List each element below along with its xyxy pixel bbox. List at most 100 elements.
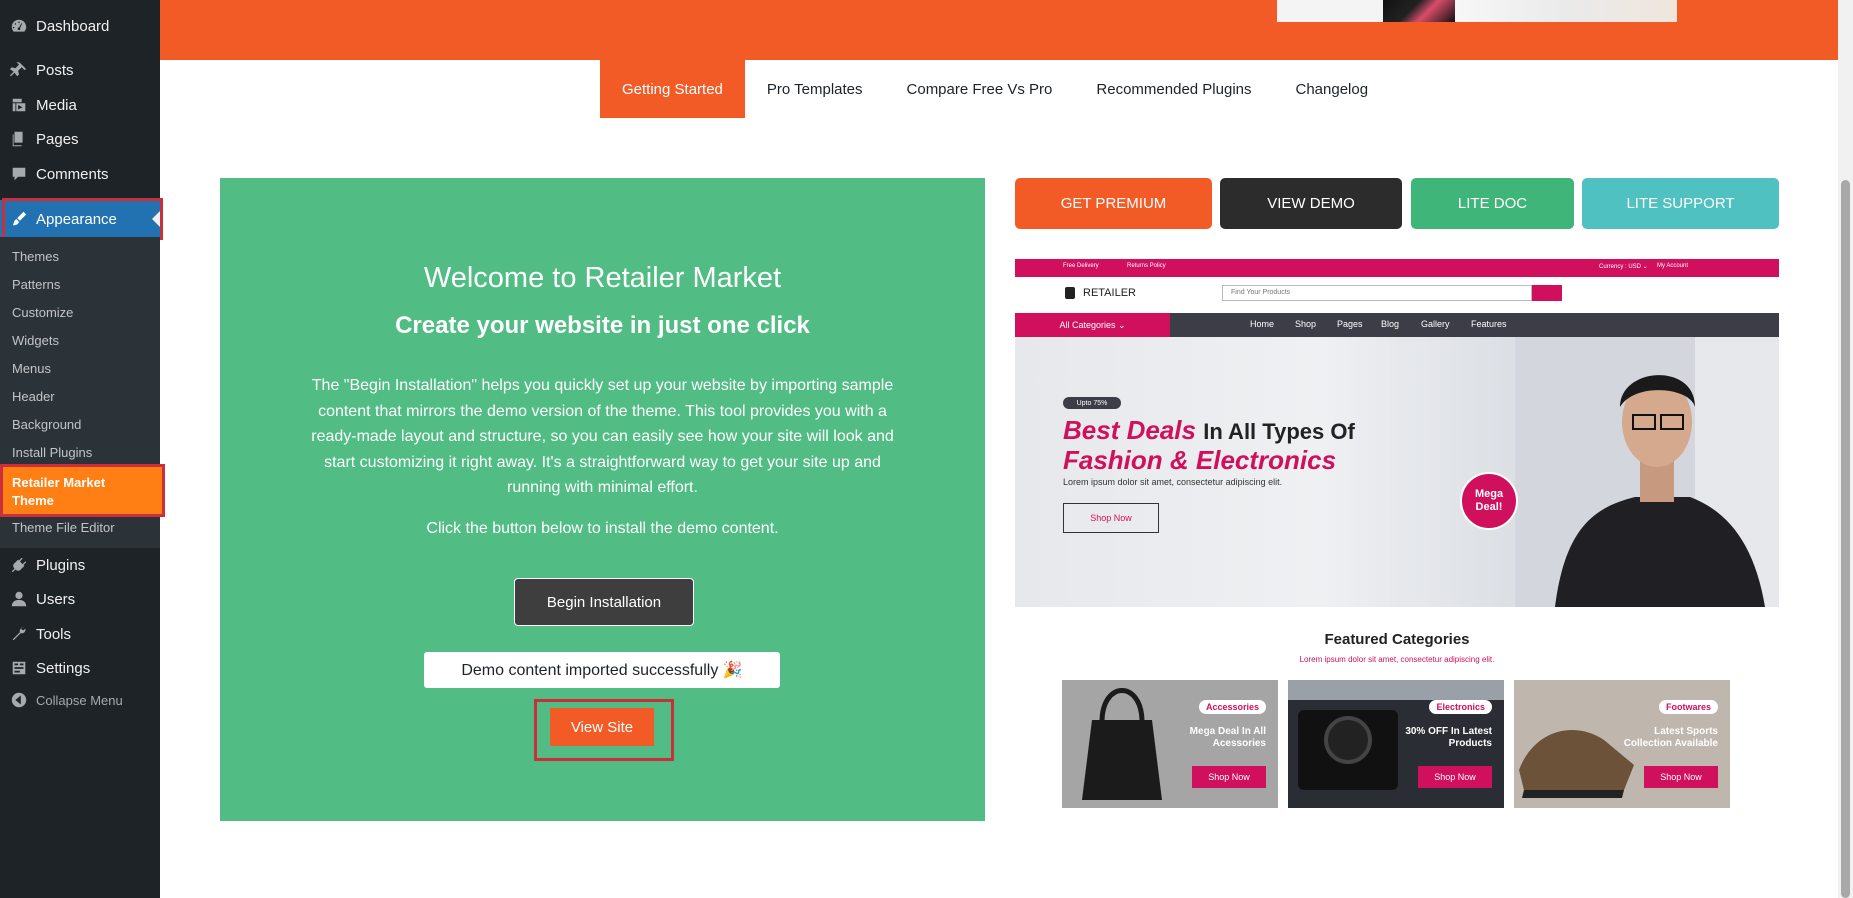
tab-pro-templates[interactable]: Pro Templates bbox=[745, 60, 885, 118]
admin-sidebar: Dashboard Posts Media Pages Comments App… bbox=[0, 0, 165, 898]
preview-card-accessories: Accessories Mega Deal In All Acessories … bbox=[1062, 680, 1278, 808]
preview-search: Find Your Products bbox=[1222, 285, 1532, 301]
submenu-themes[interactable]: Themes bbox=[12, 249, 59, 264]
get-premium-button[interactable]: GET PREMIUM bbox=[1015, 178, 1212, 229]
preview-all-categories: All Categories ⌄ bbox=[1015, 313, 1170, 337]
banner-thumbnail bbox=[1455, 0, 1677, 22]
preview-card-tag: Accessories bbox=[1198, 700, 1266, 714]
preview-bag-icon bbox=[1065, 287, 1075, 299]
tab-compare-free-vs-pro[interactable]: Compare Free Vs Pro bbox=[885, 60, 1075, 118]
tab-recommended-plugins[interactable]: Recommended Plugins bbox=[1074, 60, 1273, 118]
submenu-background[interactable]: Background bbox=[12, 417, 81, 432]
paintbrush-icon bbox=[9, 209, 29, 229]
submenu-header[interactable]: Header bbox=[12, 389, 55, 404]
preview-card-text: 30% OFF In Latest Products bbox=[1405, 726, 1492, 749]
preview-card-tag: Electronics bbox=[1429, 700, 1492, 714]
preview-featured-title: Featured Categories bbox=[1324, 631, 1470, 648]
settings-icon bbox=[9, 658, 29, 678]
menu-comments-label: Comments bbox=[36, 165, 109, 183]
menu-tools[interactable]: Tools bbox=[0, 617, 160, 651]
submenu-retailer-market-theme-label: Retailer Market Theme bbox=[12, 475, 106, 508]
wrench-icon bbox=[9, 624, 29, 644]
view-demo-button[interactable]: VIEW DEMO bbox=[1220, 178, 1402, 229]
pages-icon bbox=[9, 129, 29, 149]
preview-headline-2: Fashion & Electronics bbox=[1063, 445, 1337, 475]
menu-dashboard-label: Dashboard bbox=[36, 17, 110, 35]
preview-upto-badge: Upto 75% bbox=[1063, 397, 1121, 409]
welcome-subtitle: Create your website in just one click bbox=[395, 312, 810, 339]
preview-card-shop-now: Shop Now bbox=[1192, 766, 1266, 788]
submenu-retailer-market-theme[interactable]: Retailer Market Theme bbox=[0, 466, 164, 514]
menu-pages[interactable]: Pages bbox=[0, 122, 160, 156]
submenu-customize[interactable]: Customize bbox=[12, 305, 73, 320]
preview-card-shop-now: Shop Now bbox=[1644, 766, 1718, 788]
install-instruction: Click the button below to install the de… bbox=[426, 520, 779, 537]
preview-nav-link: Home bbox=[1250, 319, 1275, 329]
theme-preview-image: Free Delivery Returns Policy Currency : … bbox=[1015, 259, 1779, 809]
preview-free-delivery: Free Delivery bbox=[1063, 263, 1099, 269]
menu-media[interactable]: Media bbox=[0, 88, 160, 122]
preview-headline-part: Best Deals bbox=[1063, 415, 1196, 445]
pin-icon bbox=[9, 60, 29, 80]
menu-appearance[interactable]: Appearance bbox=[0, 200, 160, 238]
submenu-theme-file-editor[interactable]: Theme File Editor bbox=[12, 520, 115, 535]
page-scrollbar[interactable] bbox=[1838, 0, 1853, 898]
begin-installation-button[interactable]: Begin Installation bbox=[514, 578, 694, 626]
preview-mega-deal-badge: Mega Deal! bbox=[1460, 472, 1518, 530]
tab-changelog[interactable]: Changelog bbox=[1274, 60, 1391, 118]
menu-plugins-label: Plugins bbox=[36, 556, 86, 574]
welcome-description: The "Begin Installation" helps you quick… bbox=[311, 377, 894, 496]
collapse-menu-button[interactable]: Collapse Menu bbox=[0, 683, 160, 717]
collapse-icon bbox=[9, 690, 29, 710]
submenu-install-plugins[interactable]: Install Plugins bbox=[12, 445, 92, 460]
preview-nav-link: Pages bbox=[1337, 319, 1363, 329]
preview-nav-link: Features bbox=[1471, 319, 1507, 329]
preview-card-shop-now: Shop Now bbox=[1418, 766, 1492, 788]
menu-users[interactable]: Users bbox=[0, 582, 160, 616]
preview-navbar: All Categories ⌄ Home Shop Pages Blog Ga… bbox=[1015, 313, 1779, 337]
preview-nav-link: Shop bbox=[1295, 319, 1317, 329]
current-arrow-icon bbox=[152, 211, 160, 227]
submenu-menus[interactable]: Menus bbox=[12, 361, 51, 376]
menu-users-label: Users bbox=[36, 590, 76, 608]
welcome-title: Welcome to Retailer Market bbox=[423, 262, 782, 294]
menu-plugins[interactable]: Plugins bbox=[0, 548, 160, 582]
menu-posts[interactable]: Posts bbox=[0, 53, 160, 87]
menu-appearance-label: Appearance bbox=[36, 210, 117, 228]
welcome-panel: Welcome to Retailer Market Create your w… bbox=[220, 178, 985, 821]
preview-account: My Account bbox=[1657, 263, 1689, 269]
preview-model-photo bbox=[1515, 337, 1779, 607]
tab-getting-started[interactable]: Getting Started bbox=[600, 60, 745, 118]
menu-settings[interactable]: Settings bbox=[0, 651, 160, 685]
submenu-patterns[interactable]: Patterns bbox=[12, 277, 60, 292]
menu-comments[interactable]: Comments bbox=[0, 157, 160, 191]
banner-thumbnail bbox=[1383, 0, 1455, 22]
dashboard-icon bbox=[9, 16, 29, 36]
banner-thumbnail bbox=[1277, 0, 1383, 22]
menu-pages-label: Pages bbox=[36, 130, 79, 148]
preview-hero: Upto 75% Best Deals In All Types Of Fash… bbox=[1015, 337, 1779, 607]
media-icon bbox=[9, 95, 29, 115]
user-icon bbox=[9, 589, 29, 609]
preview-topbar: Free Delivery Returns Policy Currency : … bbox=[1015, 259, 1779, 277]
preview-headline: Best Deals In All Types Of bbox=[1063, 415, 1355, 446]
preview-card-text: Mega Deal In All Acessories bbox=[1189, 726, 1266, 749]
preview-nav-link: Blog bbox=[1381, 319, 1400, 329]
lite-doc-button[interactable]: LITE DOC bbox=[1411, 178, 1574, 229]
menu-posts-label: Posts bbox=[36, 61, 74, 79]
preview-card-tag: Footwares bbox=[1658, 700, 1718, 714]
preview-featured-subtitle: Lorem ipsum dolor sit amet, consectetur … bbox=[1299, 655, 1495, 664]
import-success-message: Demo content imported successfully 🎉 bbox=[424, 652, 780, 688]
preview-shop-now: Shop Now bbox=[1063, 503, 1159, 533]
preview-nav-link: Gallery bbox=[1421, 319, 1450, 329]
submenu-widgets[interactable]: Widgets bbox=[12, 333, 59, 348]
lite-support-button[interactable]: LITE SUPPORT bbox=[1582, 178, 1779, 229]
plugin-icon bbox=[9, 555, 29, 575]
view-site-button[interactable]: View Site bbox=[550, 708, 654, 746]
preview-returns: Returns Policy bbox=[1127, 263, 1166, 269]
menu-dashboard[interactable]: Dashboard bbox=[0, 9, 160, 43]
preview-headline-part: In All Types Of bbox=[1203, 419, 1355, 444]
preview-card-footwares: Footwares Latest Sports Collection Avail… bbox=[1514, 680, 1730, 808]
scrollbar-thumb[interactable] bbox=[1841, 180, 1850, 898]
preview-currency: Currency : USD ⌄ bbox=[1599, 264, 1648, 270]
